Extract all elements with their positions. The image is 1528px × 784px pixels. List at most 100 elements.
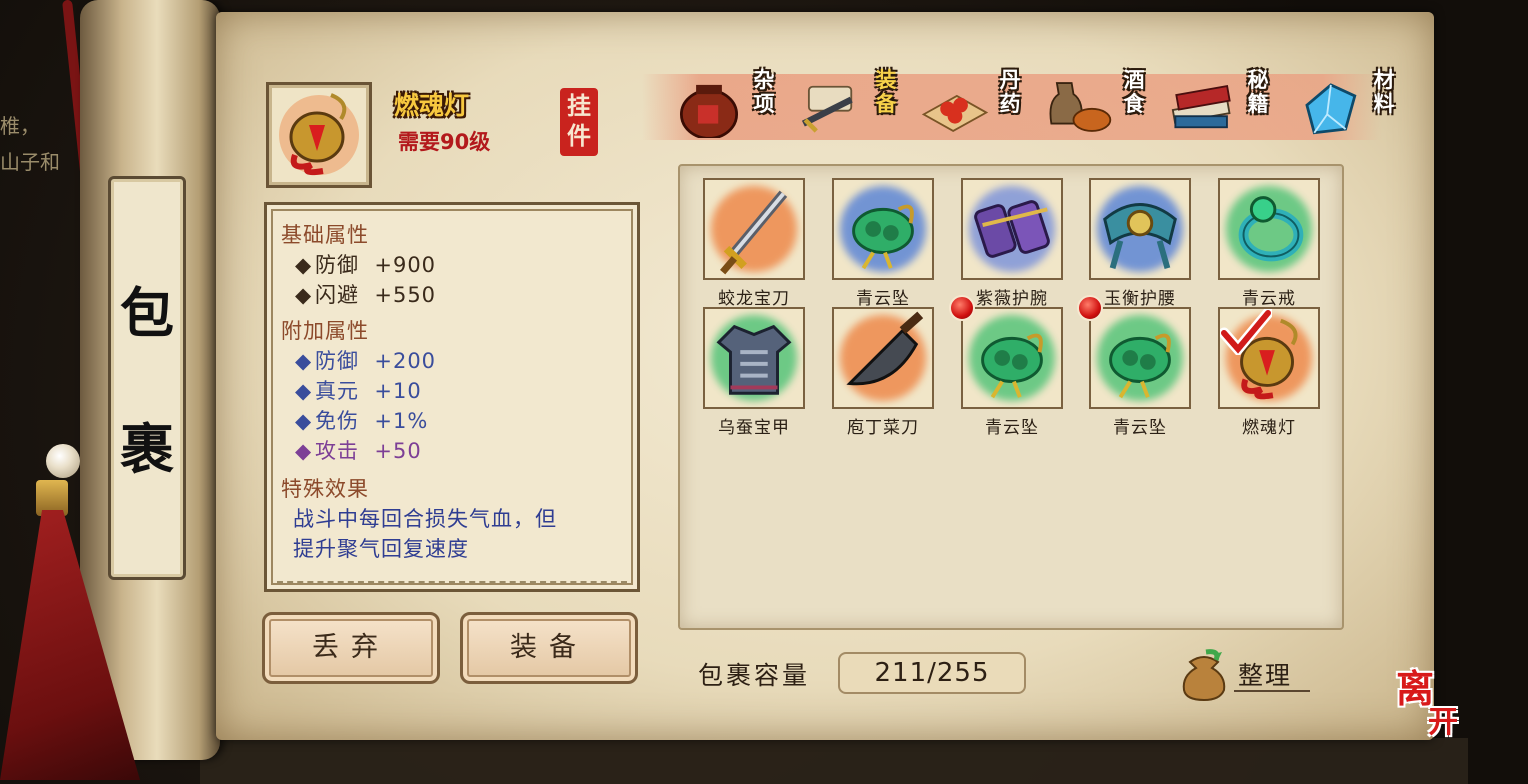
attribute-name: 免伤 — [315, 409, 359, 433]
inventory-slot[interactable] — [1218, 178, 1320, 280]
special-effect-header: 特殊效果 — [281, 477, 369, 501]
inventory-item-name: 燃魂灯 — [1242, 418, 1296, 438]
inventory-slot[interactable] — [961, 307, 1063, 409]
diamond-icon: ◆ — [295, 439, 313, 463]
attribute-name: 攻击 — [315, 439, 359, 463]
attribute-name: 真元 — [315, 379, 359, 403]
ring-icon — [1238, 196, 1304, 262]
inventory-item-name: 青云坠 — [1113, 418, 1167, 438]
new-item-badge — [949, 295, 975, 321]
special-effect-text: 战斗中每回合损失气血，但 — [293, 507, 557, 531]
attribute-name: 防御 — [315, 253, 359, 277]
jade-pendant-icon — [981, 333, 1043, 399]
diamond-icon: ◆ — [295, 283, 313, 307]
sword-icon — [720, 190, 788, 275]
inventory-slot[interactable] — [703, 307, 805, 409]
belt-icon — [1103, 203, 1177, 270]
background-text: 山子和 — [0, 150, 60, 174]
attribute-value: +50 — [374, 439, 422, 463]
bracer-icon — [974, 200, 1050, 258]
side-title-char: 包 — [120, 281, 174, 345]
extra-attribute: ◆ 真元 +10 — [295, 375, 422, 405]
attribute-value: +200 — [374, 349, 437, 373]
inventory-slot[interactable] — [832, 307, 934, 409]
extra-attributes-header: 附加属性 — [281, 319, 369, 343]
jar-icon — [679, 84, 739, 138]
crystal-icon — [1305, 83, 1357, 135]
capacity-value: 211/255 — [838, 652, 1026, 694]
scroll-equip-icon — [801, 85, 853, 133]
sort-button[interactable]: 整理 — [1176, 644, 1312, 702]
special-effect-text: 提升聚气回复速度 — [293, 537, 469, 561]
tassel-bead — [46, 444, 80, 478]
tab-label: 秘籍 — [1247, 67, 1269, 116]
inventory-slot[interactable] — [832, 178, 934, 280]
diamond-icon: ◆ — [295, 409, 313, 433]
equipped-check-icon — [1220, 309, 1272, 355]
pills-icon — [921, 94, 989, 133]
selected-item-name: 燃魂灯 — [394, 91, 470, 120]
tab-label: 材料 — [1373, 67, 1395, 116]
sort-underline — [1234, 690, 1310, 692]
lantern-icon — [279, 93, 359, 176]
inventory-item-name: 青云坠 — [985, 418, 1039, 438]
attribute-value: +550 — [374, 283, 437, 307]
scroll-more-hint — [277, 581, 627, 589]
selected-item-level: 需要90级 — [398, 130, 491, 154]
tab-pills[interactable]: 丹药 — [910, 66, 1028, 146]
cleaver-icon — [846, 311, 924, 386]
base-attributes-header: 基础属性 — [281, 223, 369, 247]
leave-button[interactable]: 离 开 — [1392, 668, 1472, 748]
inventory-slot[interactable] — [1089, 307, 1191, 409]
inventory-item-name: 蛟龙宝刀 — [718, 289, 790, 309]
money-bag-icon — [1182, 649, 1226, 702]
tab-materials[interactable]: 材料 — [1284, 66, 1402, 146]
sort-label: 整理 — [1238, 661, 1293, 690]
side-title-char: 裹 — [120, 417, 174, 481]
tab-misc[interactable]: 杂项 — [664, 66, 782, 146]
inventory-item-name: 庖丁菜刀 — [847, 418, 919, 438]
tab-wine-food[interactable]: 酒食 — [1034, 66, 1152, 146]
attribute-value: +1% — [374, 409, 429, 433]
books-icon — [1171, 84, 1231, 129]
tab-label: 丹药 — [999, 67, 1021, 116]
tab-equipment[interactable]: 装备 — [786, 66, 904, 146]
attribute-value: +10 — [374, 379, 422, 403]
bottom-menu-bar — [200, 738, 1468, 784]
base-attribute: ◆ 防御 +900 — [295, 249, 436, 279]
jade-pendant-icon — [852, 204, 914, 270]
capacity-label: 包裹容量 — [698, 661, 811, 690]
inventory-slot[interactable] — [961, 178, 1063, 280]
inventory-slot[interactable] — [1218, 307, 1320, 409]
new-item-badge — [1077, 295, 1103, 321]
inventory-slot[interactable] — [703, 178, 805, 280]
inventory-item-name: 青云戒 — [1242, 289, 1296, 309]
armor-icon — [716, 324, 792, 395]
jade-pendant-icon — [1109, 333, 1171, 399]
inventory-item-name: 青云坠 — [856, 289, 910, 309]
extra-attribute: ◆ 免伤 +1% — [295, 405, 428, 435]
tab-label: 杂项 — [753, 67, 775, 116]
leave-label-char: 开 — [1428, 705, 1458, 740]
attribute-name: 防御 — [315, 349, 359, 373]
tab-label: 酒食 — [1123, 67, 1145, 116]
diamond-icon: ◆ — [295, 349, 313, 373]
wine-food-icon — [1049, 82, 1112, 132]
diamond-icon: ◆ — [295, 379, 313, 403]
extra-attribute: ◆ 攻击 +50 — [295, 435, 422, 465]
discard-button[interactable]: 丢弃 — [262, 612, 440, 684]
extra-attribute: ◆ 防御 +200 — [295, 345, 436, 375]
side-title-panel: 包 裹 — [108, 176, 186, 580]
attributes-panel: 基础属性 ◆ 防御 +900 ◆ 闪避 +550 附加属性 ◆ 防御 +200 ◆ 真元… — [264, 202, 640, 592]
attribute-name: 闪避 — [315, 283, 359, 307]
inventory-item-name: 乌蚕宝甲 — [718, 418, 790, 438]
inventory-slot[interactable] — [1089, 178, 1191, 280]
item-category-seal: 挂件 — [560, 88, 598, 156]
attribute-value: +900 — [374, 253, 437, 277]
leave-label-char: 离 — [1396, 666, 1435, 711]
tab-label: 装备 — [875, 67, 897, 116]
equip-button[interactable]: 装备 — [460, 612, 638, 684]
tab-manuals[interactable]: 秘籍 — [1158, 66, 1276, 146]
base-attribute: ◆ 闪避 +550 — [295, 279, 436, 309]
selected-item-frame — [266, 82, 372, 188]
